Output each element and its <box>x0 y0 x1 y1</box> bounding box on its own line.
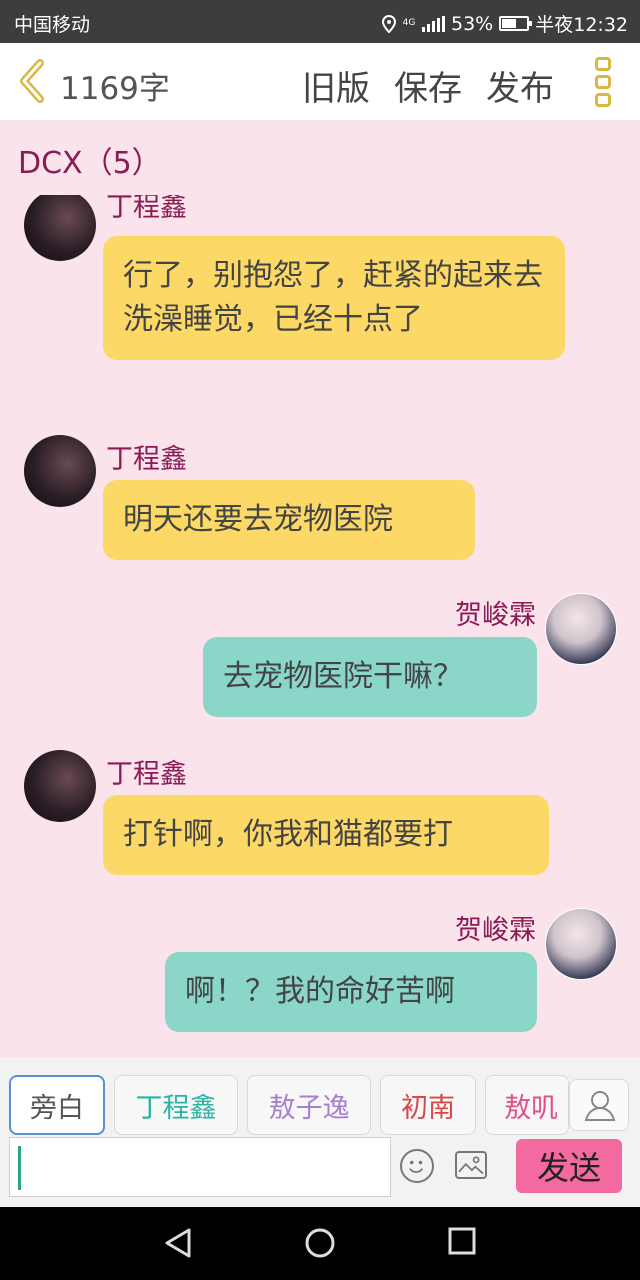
avatar-ding[interactable] <box>24 750 96 822</box>
sender-name: 贺峻霖 <box>455 600 536 631</box>
editor-header: 1169字 旧版 保存 发布 <box>0 43 640 120</box>
sender-name: 丁程鑫 <box>106 195 187 223</box>
image-icon[interactable] <box>455 1151 487 1179</box>
publish-button[interactable]: 发布 <box>486 61 554 110</box>
avatar-ding[interactable] <box>24 435 96 507</box>
signal-icon <box>422 15 445 32</box>
message-bubble[interactable]: 去宠物医院干嘛？ <box>203 637 537 717</box>
network-type: 4G <box>402 18 416 28</box>
old-version-button[interactable]: 旧版 <box>302 61 370 110</box>
text-caret <box>18 1146 21 1190</box>
role-chip-narration[interactable]: 旁白 <box>9 1075 105 1135</box>
sender-name: 丁程鑫 <box>106 444 187 475</box>
role-chip-aoji[interactable]: 敖叽 <box>485 1075 569 1135</box>
system-nav-bar <box>0 1207 640 1280</box>
sender-name: 丁程鑫 <box>106 759 187 790</box>
role-chip-chunan[interactable]: 初南 <box>380 1075 476 1135</box>
nav-recents-icon[interactable] <box>448 1227 476 1255</box>
carrier-name: 中国移动 <box>14 14 91 36</box>
more-menu-icon[interactable] <box>595 57 613 107</box>
sender-name: 贺峻霖 <box>455 915 536 946</box>
add-role-button[interactable] <box>569 1079 629 1131</box>
battery-icon <box>499 16 533 31</box>
conversation-title: DCX（5） <box>18 146 162 181</box>
message-bubble[interactable]: 啊！？我的命好苦啊 <box>165 952 537 1032</box>
role-chip-ao-ziyi[interactable]: 敖子逸 <box>247 1075 371 1135</box>
chat-area[interactable]: 丁程鑫 行了，别抱怨了，赶紧的起来去洗澡睡觉，已经十点了 丁程鑫 明天还要去宠物… <box>0 195 640 1057</box>
clock: 半夜12:32 <box>535 14 628 36</box>
avatar-he[interactable] <box>545 593 617 665</box>
user-icon <box>584 1091 616 1121</box>
status-bar: 中国移动 4G 53% 半夜12:32 <box>0 0 640 43</box>
nav-back-icon[interactable] <box>163 1227 193 1259</box>
message-bubble[interactable]: 明天还要去宠物医院 <box>103 480 475 560</box>
word-count: 1169字 <box>60 71 170 107</box>
location-icon <box>382 14 396 33</box>
nav-home-icon[interactable] <box>304 1227 336 1259</box>
battery-percent: 53% <box>451 12 494 35</box>
avatar-ding[interactable] <box>24 195 96 261</box>
save-button[interactable]: 保存 <box>394 61 462 110</box>
message-bubble[interactable]: 行了，别抱怨了，赶紧的起来去洗澡睡觉，已经十点了 <box>103 236 565 360</box>
message-input[interactable] <box>9 1137 391 1197</box>
back-chevron-icon[interactable] <box>14 57 50 105</box>
send-button[interactable]: 发送 <box>516 1139 622 1193</box>
composer-toolbar: 旁白 丁程鑫 敖子逸 初南 敖叽 发送 <box>0 1057 640 1207</box>
avatar-he[interactable] <box>545 908 617 980</box>
emoji-icon[interactable] <box>400 1149 434 1183</box>
message-bubble[interactable]: 打针啊，你我和猫都要打 <box>103 795 549 875</box>
role-chip-ding[interactable]: 丁程鑫 <box>114 1075 238 1135</box>
